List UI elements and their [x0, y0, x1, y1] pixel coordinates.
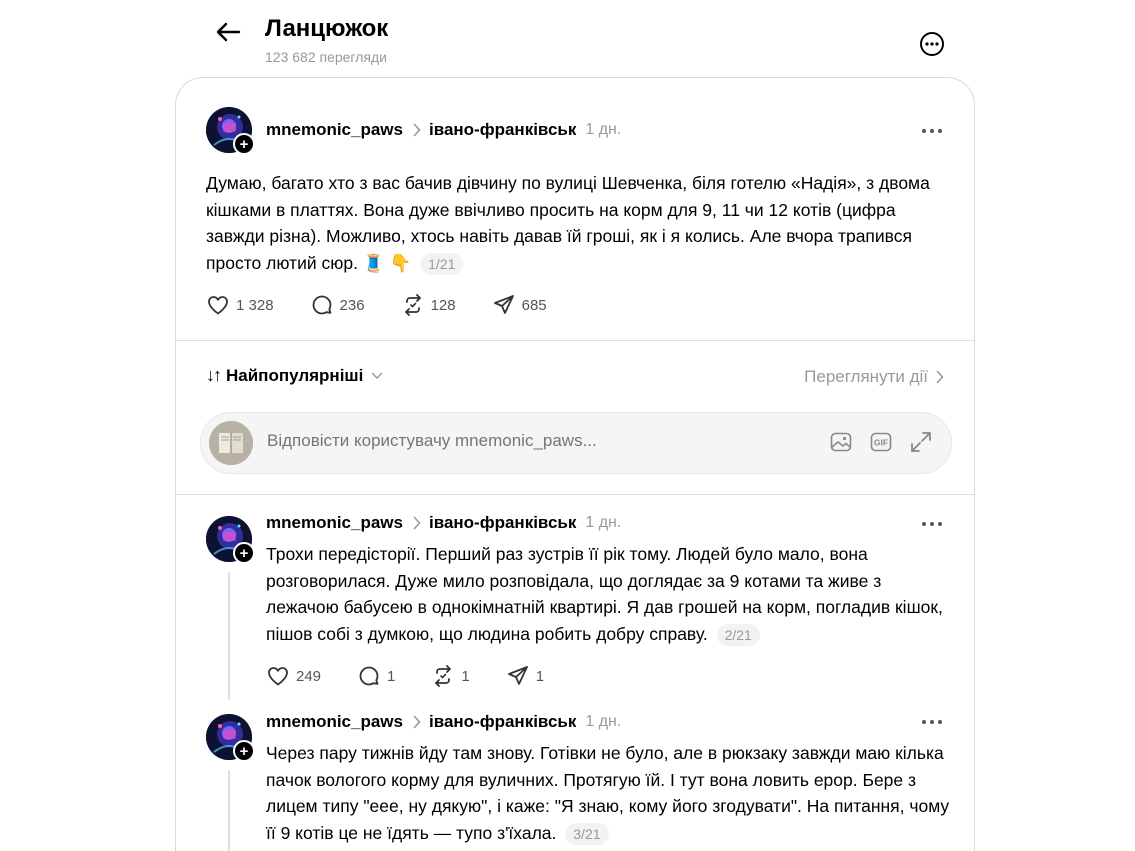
- comment-icon: [359, 666, 379, 686]
- view-activity-label: Переглянути дії: [804, 367, 928, 386]
- more-options-icon[interactable]: [922, 126, 942, 136]
- post-body: Через пару тижнів йду там знову. Готівки…: [266, 740, 956, 846]
- more-circle-icon[interactable]: [919, 31, 945, 57]
- like-button[interactable]: 249: [266, 664, 321, 688]
- thread-line: [228, 572, 230, 700]
- post-actions: 249 1 1 1: [266, 663, 580, 689]
- thread-post: + mnemonic_paws івано-франківськ 1 дн. Т…: [176, 495, 974, 700]
- follow-plus-button[interactable]: +: [233, 740, 255, 762]
- thread-counter: 1/21: [420, 252, 464, 275]
- share-count: 1: [535, 667, 545, 685]
- thread-post: + mnemonic_paws івано-франківськ 1 дн. Ч…: [176, 695, 974, 851]
- sort-arrows-icon: ↓↑: [206, 365, 222, 385]
- more-options-icon[interactable]: [922, 519, 942, 529]
- follow-plus-button[interactable]: +: [233, 133, 255, 155]
- follow-plus-button[interactable]: +: [233, 542, 255, 564]
- repost-button[interactable]: 1: [431, 664, 470, 688]
- community-link[interactable]: івано-франківськ: [429, 513, 576, 533]
- post-time: 1 дн.: [585, 713, 622, 730]
- chevron-right-icon: [413, 715, 421, 729]
- comment-count: 1: [387, 667, 396, 685]
- community-link[interactable]: івано-франківськ: [429, 120, 576, 140]
- share-count: 685: [521, 296, 547, 314]
- page-title: Ланцюжок: [265, 15, 389, 42]
- comment-button[interactable]: 236: [310, 293, 365, 317]
- repost-count: 1: [461, 667, 470, 685]
- share-button[interactable]: 1: [506, 664, 544, 688]
- current-user-avatar[interactable]: [209, 421, 253, 465]
- send-icon: [493, 295, 514, 314]
- comment-icon: [312, 295, 331, 315]
- more-options-icon[interactable]: [922, 717, 942, 727]
- view-activity-link[interactable]: Переглянути дії: [804, 367, 944, 387]
- comment-button[interactable]: 1: [357, 664, 395, 688]
- repost-icon: [435, 665, 452, 687]
- like-count: 1 328: [236, 296, 274, 314]
- username[interactable]: mnemonic_paws: [266, 712, 403, 732]
- divider: [176, 340, 974, 341]
- main-post: + mnemonic_paws івано-франківськ 1 дн. Д…: [176, 78, 974, 340]
- chevron-right-icon: [413, 516, 421, 530]
- post-meta: mnemonic_paws івано-франківськ 1 дн.: [266, 512, 621, 534]
- reply-box: GIF: [200, 412, 952, 474]
- chevron-right-icon: [413, 123, 421, 137]
- community-link[interactable]: івано-франківськ: [429, 712, 576, 732]
- comment-count: 236: [339, 296, 365, 314]
- repost-icon: [404, 294, 421, 316]
- post-time: 1 дн.: [585, 121, 622, 138]
- thread-counter: 2/21: [716, 623, 760, 646]
- post-body: Думаю, багато хто з вас бачив дівчину по…: [206, 170, 951, 276]
- repost-button[interactable]: 128: [401, 293, 456, 317]
- post-meta: mnemonic_paws івано-франківськ 1 дн.: [266, 711, 621, 733]
- like-button[interactable]: 1 328: [206, 293, 274, 317]
- post-time: 1 дн.: [585, 514, 622, 531]
- like-count: 249: [296, 667, 322, 685]
- chevron-down-icon: [371, 372, 383, 380]
- reply-tools: GIF: [829, 430, 933, 454]
- image-icon[interactable]: [829, 430, 853, 454]
- post-meta: mnemonic_paws івано-франківськ 1 дн.: [266, 119, 621, 141]
- svg-text:GIF: GIF: [874, 438, 888, 448]
- send-icon: [507, 666, 528, 685]
- back-button[interactable]: [212, 18, 244, 46]
- heart-icon: [268, 667, 288, 686]
- share-button[interactable]: 685: [492, 293, 547, 317]
- username[interactable]: mnemonic_paws: [266, 513, 403, 533]
- post-text: Через пару тижнів йду там знову. Готівки…: [266, 743, 950, 843]
- expand-icon[interactable]: [909, 430, 933, 454]
- heart-icon: [208, 296, 228, 315]
- view-count: 123 682 перегляди: [265, 49, 387, 65]
- thread-line: [228, 770, 230, 851]
- gif-icon[interactable]: GIF: [869, 430, 893, 454]
- thread-counter: 3/21: [565, 822, 609, 845]
- sort-label: Найпопулярніші: [226, 365, 364, 385]
- chevron-right-icon: [936, 370, 944, 384]
- thread-card: + mnemonic_paws івано-франківськ 1 дн. Д…: [175, 77, 975, 851]
- post-body: Трохи передісторії. Перший раз зустрів ї…: [266, 541, 956, 647]
- repost-count: 128: [430, 296, 456, 314]
- post-actions: 1 328 236 128 685: [206, 292, 583, 318]
- username[interactable]: mnemonic_paws: [266, 120, 403, 140]
- post-text: Трохи передісторії. Перший раз зустрів ї…: [266, 544, 943, 644]
- sort-dropdown[interactable]: ↓↑ Найпопулярніші: [206, 365, 383, 386]
- thread-header: Ланцюжок 123 682 перегляди: [0, 0, 1135, 78]
- reply-input[interactable]: [267, 431, 787, 451]
- post-text: Думаю, багато хто з вас бачив дівчину по…: [206, 173, 930, 273]
- arrow-left-icon: [216, 22, 241, 42]
